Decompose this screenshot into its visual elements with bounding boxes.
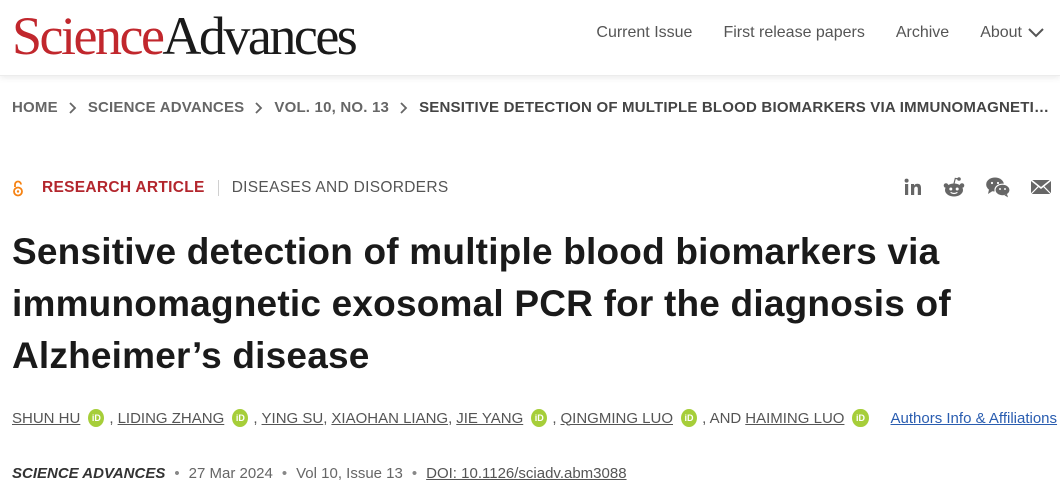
doi-link[interactable]: DOI: 10.1126/sciadv.abm3088 [426,465,626,482]
breadcrumb-current: SENSITIVE DETECTION OF MULTIPLE BLOOD BI… [419,99,1052,116]
author-and: , AND [702,409,742,427]
orcid-icon[interactable]: iD [88,409,105,427]
nav-first-release-papers[interactable]: First release papers [723,24,864,42]
author-separator: , [253,409,258,427]
meta-separator: • [281,465,288,482]
email-icon[interactable] [1030,179,1052,195]
site-header: ScienceAdvances Current Issue First rele… [0,0,1060,76]
author-list: SHUN HU iD, LIDING ZHANG iD, YING SU, XI… [12,409,1057,427]
author-link[interactable]: YING SU [262,410,324,427]
wechat-icon[interactable] [985,176,1011,198]
orcid-icon[interactable]: iD [852,409,869,427]
author-link[interactable]: HAIMING LUO [745,410,844,427]
author-separator: , [448,409,453,427]
chevron-right-icon [255,101,263,114]
author-separator: , [323,409,328,427]
breadcrumb-issue[interactable]: VOL. 10, NO. 13 [274,99,389,116]
open-access-icon [12,179,26,197]
article-meta: RESEARCH ARTICLE DISEASES AND DISORDERS [12,178,1052,198]
nav-about-label: About [980,24,1022,41]
author-link[interactable]: JIE YANG [456,410,523,427]
article-type: RESEARCH ARTICLE [42,179,205,196]
nav-current-issue[interactable]: Current Issue [596,24,692,42]
publication-info: SCIENCE ADVANCES • 27 Mar 2024 • Vol 10,… [12,465,1052,482]
nav-about[interactable]: About [980,24,1044,42]
breadcrumb-journal[interactable]: SCIENCE ADVANCES [88,99,245,116]
reddit-icon[interactable] [942,176,966,198]
article-topic[interactable]: DISEASES AND DISORDERS [232,179,449,197]
meta-divider [217,180,219,196]
author-separator: , [109,409,114,427]
author-separator: , [552,409,557,427]
publication-date: 27 Mar 2024 [188,465,273,482]
nav-archive[interactable]: Archive [896,24,949,42]
author-link[interactable]: XIAOHAN LIANG [331,410,448,427]
linkedin-icon[interactable] [903,177,923,197]
journal-name: SCIENCE ADVANCES [12,465,166,482]
orcid-icon[interactable]: iD [531,409,548,427]
author-link[interactable]: SHUN HU [12,410,80,427]
chevron-down-icon [1028,28,1044,38]
authors-affiliations-link[interactable]: Authors Info & Affiliations [891,410,1058,427]
chevron-right-icon [69,101,77,114]
breadcrumb-home[interactable]: HOME [12,99,58,116]
main-nav: Current Issue First release papers Archi… [596,22,1044,44]
orcid-icon[interactable]: iD [681,409,698,427]
meta-separator: • [174,465,180,482]
author-link[interactable]: LIDING ZHANG [118,410,225,427]
breadcrumb: HOME SCIENCE ADVANCES VOL. 10, NO. 13 SE… [12,99,1052,116]
share-bar [903,176,1052,198]
orcid-icon[interactable]: iD [232,409,249,427]
chevron-right-icon [400,101,408,114]
article-title: Sensitive detection of multiple blood bi… [12,231,951,376]
science-advances-logo[interactable]: ScienceAdvances [12,6,358,66]
meta-separator: • [411,465,418,482]
author-link[interactable]: QINGMING LUO [560,410,673,427]
volume-issue: Vol 10, Issue 13 [296,465,403,482]
